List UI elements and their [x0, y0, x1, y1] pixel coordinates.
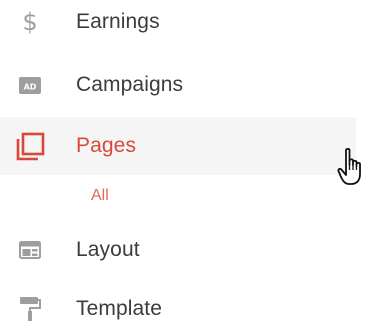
ad-icon-text: AD	[24, 82, 37, 91]
sidebar-item-label: Earnings	[76, 10, 160, 33]
pages-icon	[14, 130, 46, 162]
sidebar-item-earnings[interactable]: $ Earnings	[0, 0, 356, 51]
sidebar-item-label: Template	[76, 297, 163, 320]
ad-icon: AD	[14, 69, 46, 101]
sidebar-item-label: Layout	[76, 238, 140, 261]
hand-cursor-icon	[337, 147, 361, 185]
sidebar-item-template[interactable]: Template	[0, 280, 356, 330]
sidebar-item-layout[interactable]: Layout	[0, 221, 356, 279]
dollar-icon: $	[22, 8, 38, 36]
blogger-sidebar-nav: $ Earnings AD Campaigns Pages All Layout…	[0, 0, 368, 330]
sidebar-item-pages[interactable]: Pages	[0, 117, 356, 175]
sidebar-item-campaigns[interactable]: AD Campaigns	[0, 56, 356, 114]
sidebar-subitem-all[interactable]: All	[91, 187, 109, 205]
sidebar-item-label: Pages	[76, 134, 137, 157]
sidebar-item-label: Campaigns	[76, 73, 184, 96]
layout-icon	[14, 234, 46, 266]
paint-roller-icon	[14, 293, 46, 325]
